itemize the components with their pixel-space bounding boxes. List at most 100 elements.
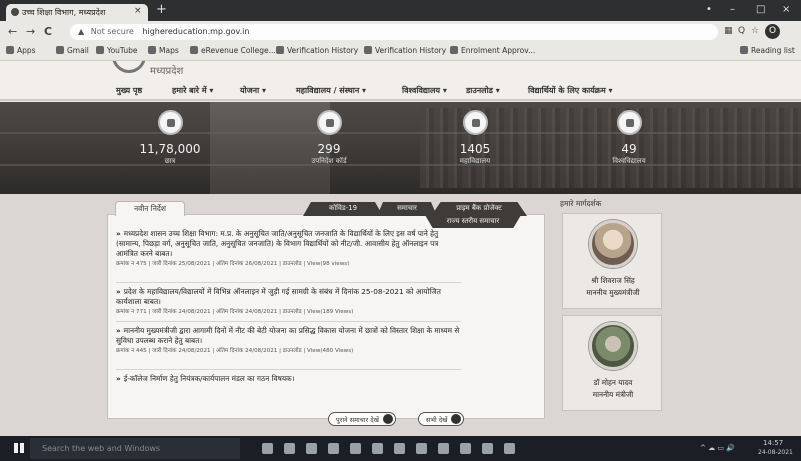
notice-item[interactable]: » प्रदेश के महाविद्यालय/विद्यालयों में वि… bbox=[116, 287, 461, 317]
notice-meta: क्रमांक न 771 | जारी दिनांक 24/08/2021 |… bbox=[116, 309, 354, 315]
bookmark-enrolment[interactable]: Enrolment Approv... bbox=[450, 46, 535, 55]
app-icon[interactable] bbox=[438, 443, 449, 454]
favicon-icon bbox=[11, 8, 19, 16]
divider bbox=[116, 282, 461, 283]
app-icon[interactable] bbox=[482, 443, 493, 454]
extensions-icon[interactable]: ▦ bbox=[724, 26, 733, 37]
browser-toolbar: ← → C ▲ Not secure highereducation.mp.go… bbox=[0, 21, 801, 43]
profile-dot-icon[interactable]: • bbox=[706, 4, 712, 16]
edge-icon[interactable] bbox=[284, 443, 295, 454]
bookmark-verification-2[interactable]: Verification History bbox=[364, 46, 446, 55]
menu-student-programs[interactable]: विद्यार्थियों के लिए कार्यक्रम ▾ bbox=[528, 85, 613, 96]
bookmark-icon bbox=[190, 46, 198, 54]
browser-titlebar: उच्च शिक्षा विभाग, मध्यप्रदेश × + • – □ … bbox=[0, 0, 801, 21]
arrow-icon bbox=[382, 414, 393, 424]
notices-panel: » मध्यप्रदेश शासन उच्च शिक्षा विभाग: म.प्… bbox=[107, 214, 545, 426]
view-all-button[interactable]: सभी देखें bbox=[418, 412, 465, 426]
app-icon[interactable] bbox=[350, 443, 361, 454]
bookmarks-bar: Apps Gmail YouTube Maps eRevenue College… bbox=[0, 43, 801, 61]
chrome-icon[interactable] bbox=[372, 443, 383, 454]
site-logo-text: मध्यप्रदेश bbox=[150, 66, 184, 77]
clock-date[interactable]: 24-08-2021 bbox=[758, 449, 793, 456]
stat-colleges: 1405 महाविद्यालय bbox=[420, 110, 530, 166]
maps-icon bbox=[148, 46, 156, 54]
menu-schemes[interactable]: योजना ▾ bbox=[240, 85, 266, 96]
university-icon bbox=[616, 110, 642, 135]
notice-item[interactable]: » मध्यप्रदेश शासन उच्च शिक्षा विभाग: म.प्… bbox=[116, 229, 461, 269]
stat-students: 11,78,000 छात्र bbox=[115, 110, 225, 166]
apps-icon bbox=[6, 46, 14, 54]
site-menubar: मुख्य पृष्ठ हमारे बारे में ▾ योजना ▾ महा… bbox=[0, 79, 801, 101]
address-bar[interactable]: ▲ Not secure highereducation.mp.gov.in bbox=[70, 24, 718, 40]
bookmark-icon bbox=[450, 46, 458, 54]
tray-icons[interactable]: ^ ☁ ▭ 🔊 bbox=[700, 444, 735, 452]
old-news-button[interactable]: पुराने समाचार देखें bbox=[328, 412, 396, 426]
notice-item[interactable]: » ई-कॉलेज निर्माण हेतु नियंत्रक/कार्यपालन… bbox=[116, 374, 461, 384]
site-header: मध्यप्रदेश bbox=[0, 61, 801, 79]
file-explorer-icon[interactable] bbox=[306, 443, 317, 454]
taskbar-search[interactable]: Search the web and Windows bbox=[30, 438, 240, 459]
bookmark-maps[interactable]: Maps bbox=[148, 46, 179, 55]
students-icon bbox=[157, 110, 183, 135]
menu-home[interactable]: मुख्य पृष्ठ bbox=[116, 85, 142, 96]
close-window-icon[interactable]: × bbox=[782, 4, 790, 16]
back-icon[interactable]: ← bbox=[8, 25, 17, 38]
arrow-icon bbox=[451, 414, 462, 424]
menu-about[interactable]: हमारे बारे में ▾ bbox=[172, 85, 213, 96]
tab-title: उच्च शिक्षा विभाग, मध्यप्रदेश bbox=[22, 8, 106, 17]
bullet-icon: » bbox=[116, 229, 121, 238]
menu-colleges[interactable]: महाविद्यालय / संस्थान ▾ bbox=[296, 85, 366, 96]
menu-downloads[interactable]: डाउनलोड ▾ bbox=[466, 85, 500, 96]
bookmark-youtube[interactable]: YouTube bbox=[96, 46, 138, 55]
bookmark-icon bbox=[364, 46, 372, 54]
official-card: श्री शिवराज सिंह माननीय मुख्यमंत्रीजी bbox=[562, 213, 662, 309]
star-icon[interactable]: ☆ bbox=[751, 26, 759, 37]
reading-list[interactable]: Reading list bbox=[740, 46, 795, 55]
clock-time[interactable]: 14:57 bbox=[763, 439, 783, 447]
emblem-icon bbox=[112, 61, 146, 73]
start-icon[interactable] bbox=[14, 443, 24, 453]
avatar[interactable]: O bbox=[765, 24, 780, 39]
not-secure-label: Not secure bbox=[90, 27, 134, 36]
stat-directorates: 299 उपनिदेश कॉर्ड bbox=[274, 110, 384, 166]
bullet-icon: » bbox=[116, 326, 121, 335]
bookmark-gmail[interactable]: Gmail bbox=[56, 46, 89, 55]
browser-tab[interactable]: उच्च शिक्षा विभाग, मध्यप्रदेश × bbox=[6, 4, 148, 21]
portrait-image bbox=[589, 220, 637, 268]
screen: उच्च शिक्षा विभाग, मध्यप्रदेश × + • – □ … bbox=[0, 0, 801, 461]
bookmark-apps[interactable]: Apps bbox=[6, 46, 36, 55]
store-icon[interactable] bbox=[328, 443, 339, 454]
notice-item[interactable]: » माननीय मुख्यमंत्रीजी द्वारा आगामी दिनों… bbox=[116, 326, 461, 356]
reload-icon[interactable]: C bbox=[44, 25, 52, 38]
maximize-icon[interactable]: □ bbox=[756, 4, 765, 16]
tab-prime-bank[interactable]: प्राइम बैंक प्रोजेक्ट bbox=[431, 202, 527, 216]
url-text: highereducation.mp.gov.in bbox=[142, 27, 250, 36]
notice-meta: क्रमांक न 475 | जारी दिनांक 25/08/2021 |… bbox=[116, 261, 350, 267]
warning-icon: ▲ bbox=[78, 27, 85, 36]
new-tab-button[interactable]: + bbox=[156, 3, 167, 16]
forward-icon[interactable]: → bbox=[26, 25, 35, 38]
search-icon[interactable]: Q bbox=[738, 26, 745, 37]
tab-state-news[interactable]: राज्य स्तरीय समाचार bbox=[425, 215, 521, 228]
reading-list-icon bbox=[740, 46, 748, 54]
youtube-icon bbox=[96, 46, 104, 54]
tab-covid[interactable]: कोविड-19 bbox=[303, 202, 383, 216]
notice-meta: क्रमांक न 445 | जारी दिनांक 24/08/2021 |… bbox=[116, 348, 354, 354]
officials-title: हमारे मार्गदर्शक bbox=[560, 199, 602, 208]
task-view-icon[interactable] bbox=[262, 443, 273, 454]
bookmark-icon bbox=[276, 46, 284, 54]
bookmark-verification-1[interactable]: Verification History bbox=[276, 46, 358, 55]
tab-news[interactable]: समाचार bbox=[377, 202, 437, 216]
tab-new-instructions[interactable]: नवीन निर्देश bbox=[115, 201, 185, 216]
tab-close-icon[interactable]: × bbox=[134, 6, 142, 16]
divider bbox=[116, 369, 461, 370]
app-icon[interactable] bbox=[416, 443, 427, 454]
app-icon[interactable] bbox=[504, 443, 515, 454]
app-icon[interactable] bbox=[460, 443, 471, 454]
officials-panel: हमारे मार्गदर्शक श्री शिवराज सिंह माननीय… bbox=[558, 199, 662, 424]
college-icon bbox=[462, 110, 488, 135]
menu-universities[interactable]: विश्वविद्यालय ▾ bbox=[402, 85, 447, 96]
minimize-icon[interactable]: – bbox=[730, 4, 735, 16]
bookmark-erevenue[interactable]: eRevenue College... bbox=[190, 46, 276, 55]
app-icon[interactable] bbox=[394, 443, 405, 454]
